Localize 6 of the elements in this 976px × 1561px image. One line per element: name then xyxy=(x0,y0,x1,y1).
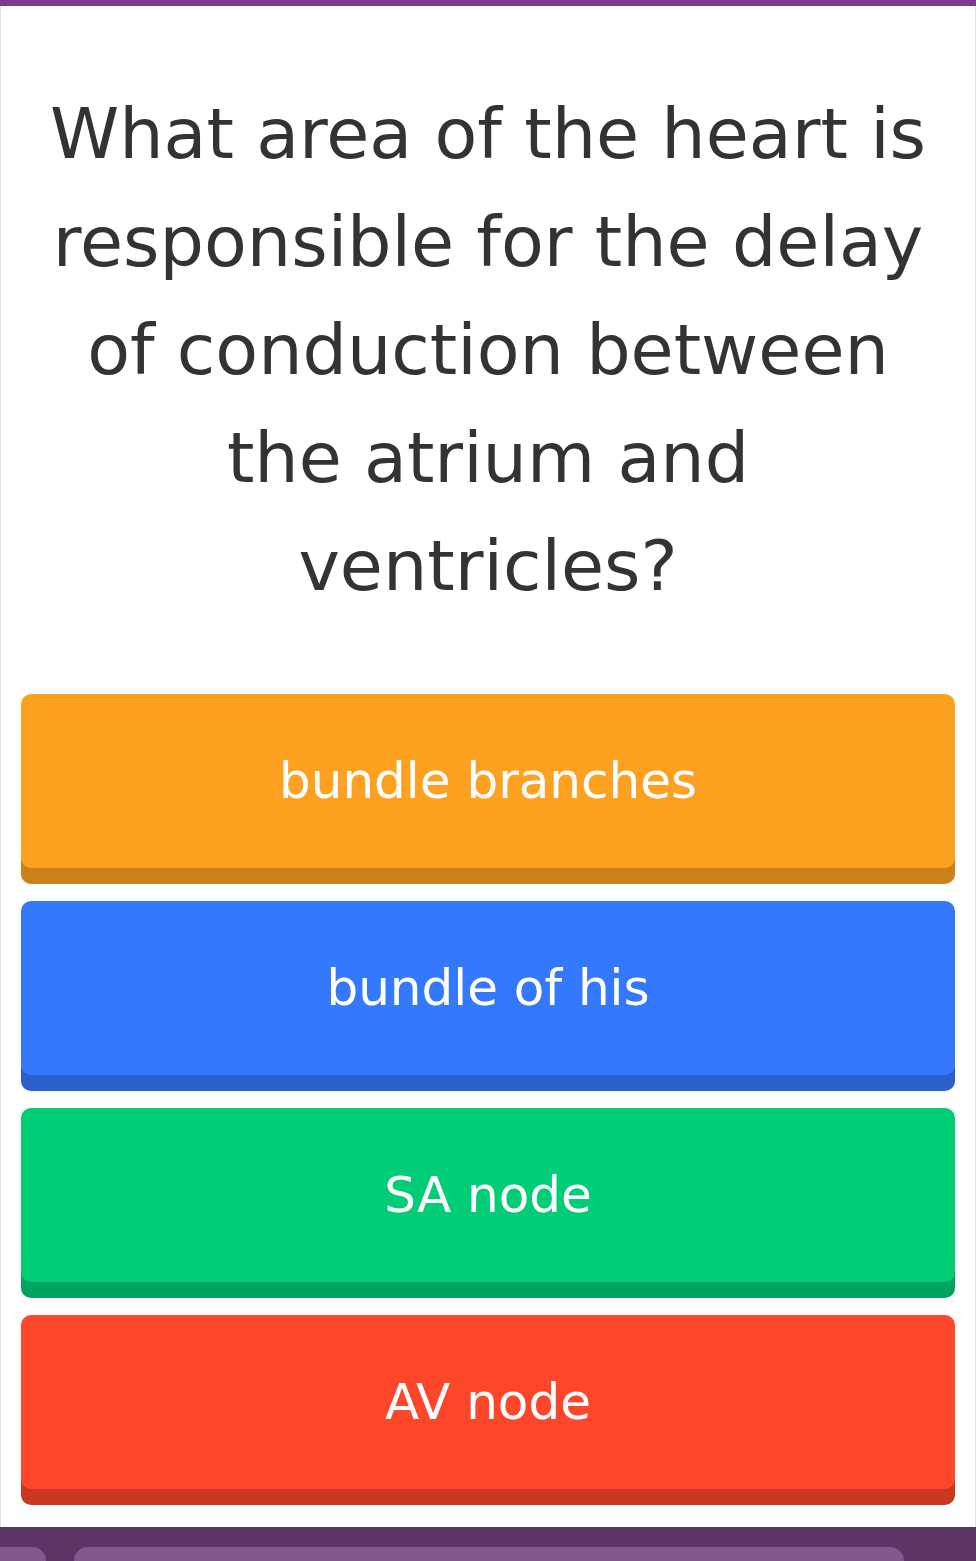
answer-option[interactable]: AV node xyxy=(21,1315,955,1505)
pill-shape xyxy=(0,1547,46,1561)
question-text: What area of the heart is responsible for the delay of conduction between the atrium and ventricles? xyxy=(49,92,927,609)
answer-option[interactable]: SA node xyxy=(21,1108,955,1298)
answer-option[interactable]: bundle of his xyxy=(21,901,955,1091)
answer-option[interactable]: bundle branches xyxy=(21,694,955,884)
